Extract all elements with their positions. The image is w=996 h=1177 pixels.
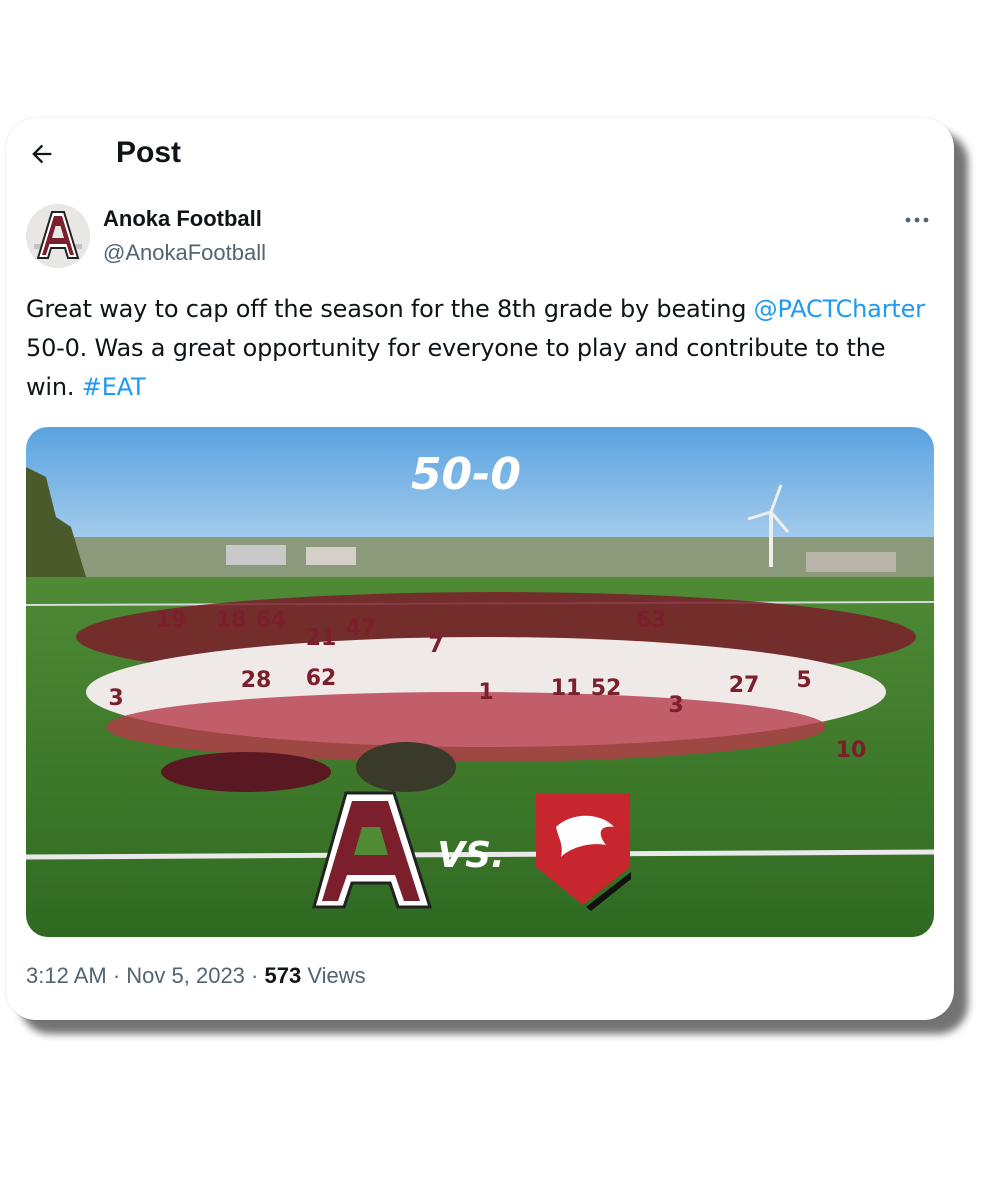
- more-options-button[interactable]: [902, 208, 932, 232]
- back-button[interactable]: [28, 140, 56, 168]
- avatar[interactable]: [26, 204, 90, 268]
- post-header: Post: [6, 118, 954, 198]
- author-handle[interactable]: @AnokaFootball: [103, 240, 266, 266]
- anoka-logo-avatar: [26, 204, 90, 268]
- more-horizontal-icon: [905, 217, 929, 223]
- jersey-number: 28: [241, 668, 272, 693]
- jersey-number: 5: [796, 668, 811, 693]
- jersey-number: 18: [216, 608, 247, 633]
- jersey-number: 3: [668, 693, 683, 718]
- tweet-media-image[interactable]: 19 18 64 21 47 7 3 28 62 1 11 52 3 27 5 …: [26, 427, 934, 937]
- tweet-text: Great way to cap off the season for the …: [26, 290, 926, 407]
- hashtag-link[interactable]: #EAT: [82, 373, 146, 401]
- jersey-number: 7: [428, 633, 443, 658]
- jersey-number: 21: [306, 626, 337, 651]
- tweet-text-part2: 50-0. Was a great opportunity for everyo…: [26, 334, 886, 401]
- jersey-number: 11: [551, 676, 582, 701]
- views-label: Views: [301, 963, 366, 988]
- meta-separator: ·: [106, 963, 127, 988]
- score-text: 50-0: [411, 449, 521, 500]
- post-card: Post Anoka Football @AnokaFootball Great…: [6, 118, 954, 1020]
- jersey-number: 10: [836, 738, 867, 763]
- jersey-number: 64: [256, 608, 287, 633]
- jersey-number: 47: [346, 616, 377, 641]
- jersey-number: 3: [108, 686, 123, 711]
- vs-text: VS.: [437, 835, 504, 876]
- jersey-number: 19: [156, 608, 187, 633]
- post-meta: 3:12 AM · Nov 5, 2023 · 573 Views: [26, 963, 366, 989]
- jersey-number: 52: [591, 676, 622, 701]
- meta-separator: ·: [244, 963, 265, 988]
- post-date[interactable]: Nov 5, 2023: [126, 963, 245, 988]
- jersey-number: 62: [306, 666, 337, 691]
- arrow-left-icon: [32, 144, 52, 164]
- team-photo: 19 18 64 21 47 7 3 28 62 1 11 52 3 27 5 …: [26, 427, 934, 937]
- mention-link[interactable]: @PACTCharter: [754, 295, 925, 323]
- jersey-number: 63: [636, 608, 667, 633]
- tweet-text-part1: Great way to cap off the season for the …: [26, 295, 754, 323]
- jersey-number: 27: [729, 673, 760, 698]
- page-title: Post: [116, 136, 182, 169]
- views-count: 573: [264, 963, 302, 988]
- author-display-name[interactable]: Anoka Football: [103, 206, 262, 232]
- post-time[interactable]: 3:12 AM: [26, 963, 107, 988]
- jersey-number: 1: [478, 680, 493, 705]
